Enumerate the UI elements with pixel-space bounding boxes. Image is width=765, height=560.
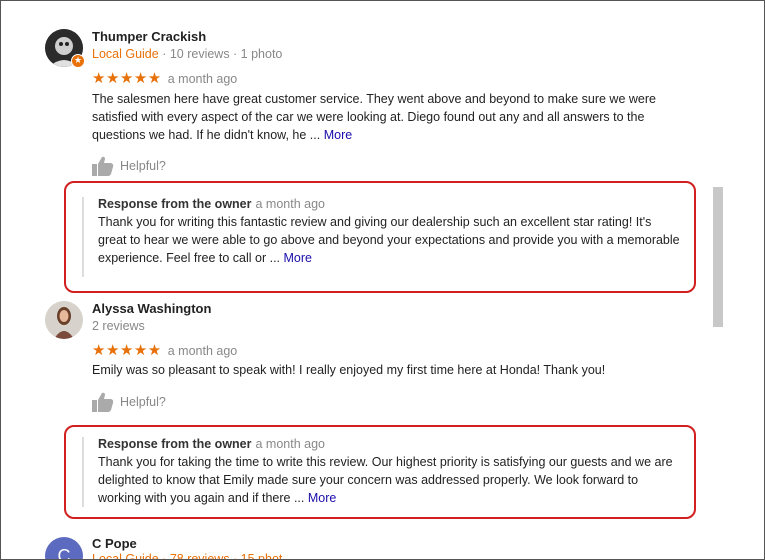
owner-response-title: Response from the owner a month ago xyxy=(98,437,680,451)
reviewer-name[interactable]: Alyssa Washington xyxy=(92,301,211,316)
avatar[interactable] xyxy=(45,301,83,339)
review-body: Emily was so pleasant to speak with! I r… xyxy=(92,363,606,377)
review-body: The salesmen here have great customer se… xyxy=(92,92,656,142)
owner-response-label: Response from the owner xyxy=(98,197,252,211)
more-link[interactable]: More xyxy=(284,251,312,265)
helpful-label: Helpful? xyxy=(120,395,166,409)
reviews-panel: ★ Thumper Crackish Local Guide · 10 revi… xyxy=(0,0,765,560)
review-date: a month ago xyxy=(167,344,238,358)
owner-response-title: Response from the owner a month ago xyxy=(98,197,680,211)
thumbs-up-icon xyxy=(92,156,114,176)
reviewer-meta: 2 reviews xyxy=(92,319,145,333)
owner-response-body: Thank you for writing this fantastic rev… xyxy=(98,215,680,265)
review-text: The salesmen here have great customer se… xyxy=(92,90,692,144)
thumbs-up-icon xyxy=(92,392,114,412)
star-rating: ★★★★★ xyxy=(92,70,162,87)
star-rating: ★★★★★ xyxy=(92,342,162,359)
reviewer-stats: · 10 reviews · 1 photo xyxy=(158,47,283,61)
reviewer-meta: Local Guide · 78 reviews · 15 phot xyxy=(92,552,283,560)
avatar[interactable]: C xyxy=(45,537,83,560)
local-guide-badge-icon: ★ xyxy=(71,54,85,68)
helpful-button[interactable]: Helpful? xyxy=(92,156,166,176)
scrollbar-thumb[interactable] xyxy=(713,187,723,327)
avatar-letter: C xyxy=(57,546,71,560)
owner-response-body: Thank you for taking the time to write t… xyxy=(98,455,673,505)
rating-row: ★★★★★ a month ago xyxy=(92,69,237,87)
reviewer-name[interactable]: C Pope xyxy=(92,536,137,551)
reviewer-name[interactable]: Thumper Crackish xyxy=(92,29,206,44)
owner-response: Response from the owner a month ago Thank… xyxy=(64,181,696,293)
review-date: a month ago xyxy=(167,72,238,86)
owner-response-date: a month ago xyxy=(255,437,326,451)
owner-response-text: Thank you for writing this fantastic rev… xyxy=(98,213,680,267)
local-guide-label: Local Guide xyxy=(92,47,159,61)
owner-response-content: Response from the owner a month ago Thank… xyxy=(82,197,680,277)
owner-response-content: Response from the owner a month ago Thank… xyxy=(82,437,680,507)
owner-response-label: Response from the owner xyxy=(98,437,252,451)
review-item: ★ Thumper Crackish Local Guide · 10 revi… xyxy=(45,29,705,179)
review-item: Alyssa Washington 2 reviews ★★★★★ a month… xyxy=(45,301,705,421)
more-link[interactable]: More xyxy=(324,128,352,142)
more-link[interactable]: More xyxy=(308,491,336,505)
rating-row: ★★★★★ a month ago xyxy=(92,341,237,359)
helpful-label: Helpful? xyxy=(120,159,166,173)
review-text: Emily was so pleasant to speak with! I r… xyxy=(92,361,692,379)
helpful-button[interactable]: Helpful? xyxy=(92,392,166,412)
review-item: C C Pope Local Guide · 78 reviews · 15 p… xyxy=(45,536,705,560)
owner-response-text: Thank you for taking the time to write t… xyxy=(98,453,680,507)
owner-response-date: a month ago xyxy=(255,197,326,211)
owner-response: Response from the owner a month ago Thank… xyxy=(64,425,696,519)
reviewer-meta: Local Guide · 10 reviews · 1 photo xyxy=(92,47,282,61)
